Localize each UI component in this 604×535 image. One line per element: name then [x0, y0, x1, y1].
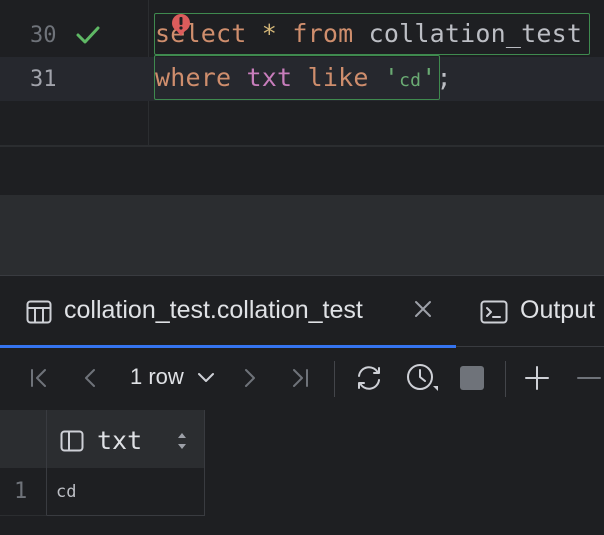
close-icon[interactable] — [413, 299, 433, 319]
keyword: from — [292, 19, 354, 48]
line-number: 31 — [30, 67, 57, 92]
results-panel: collation_test.collation_test Output 1 r… — [0, 275, 604, 535]
code-line: select * from collation_test — [155, 19, 582, 48]
row-number-label: 1 — [14, 479, 28, 504]
editor-empty-area — [0, 147, 604, 195]
last-page-icon[interactable] — [287, 365, 313, 391]
error-icon[interactable] — [171, 13, 191, 37]
toolbar-separator — [334, 361, 335, 397]
first-page-icon[interactable] — [26, 365, 52, 391]
semicolon: ; — [436, 63, 452, 92]
editor-line-30[interactable]: 30 select * from collation_test — [0, 13, 604, 57]
toolbar-separator — [505, 361, 506, 397]
editor-line-31[interactable]: 31 where txt like 'cd'; — [0, 57, 604, 101]
stop-icon[interactable] — [460, 366, 484, 390]
grid-corner[interactable] — [0, 410, 47, 468]
check-icon — [76, 26, 100, 44]
tab-output[interactable]: Output — [480, 276, 604, 346]
console-icon — [480, 300, 508, 324]
results-tabs: collation_test.collation_test Output — [0, 276, 604, 348]
quote: ' — [421, 63, 437, 92]
results-toolbar: 1 row — [0, 347, 604, 409]
panel-separator[interactable] — [0, 195, 604, 275]
string-value: cd — [399, 70, 422, 91]
delete-row-icon[interactable] — [576, 365, 602, 391]
history-icon[interactable] — [405, 363, 439, 393]
keyword: where — [155, 63, 232, 92]
refresh-icon[interactable] — [353, 364, 385, 392]
quote: ' — [383, 63, 400, 92]
chevron-down-icon[interactable] — [196, 371, 216, 385]
next-page-icon[interactable] — [237, 365, 263, 391]
table-cell[interactable]: cd — [47, 468, 205, 516]
sql-editor[interactable]: 30 select * from collation_test 31 where… — [0, 0, 604, 145]
operator: * — [261, 19, 278, 48]
column-icon — [60, 430, 84, 452]
string-literal: 'cd' — [384, 63, 437, 92]
line-number: 30 — [30, 23, 57, 48]
tab-label: Output — [520, 296, 596, 324]
row-number[interactable]: 1 — [0, 468, 47, 516]
code-line: where txt like 'cd'; — [155, 63, 452, 92]
keyword: select — [155, 19, 247, 48]
tab-label: collation_test.collation_test — [64, 296, 363, 324]
sort-icon[interactable] — [175, 430, 189, 452]
cell-value: cd — [56, 482, 77, 502]
previous-page-icon[interactable] — [77, 365, 103, 391]
table-icon — [26, 300, 52, 324]
table-identifier: collation_test — [368, 19, 583, 48]
keyword: like — [307, 63, 369, 92]
results-grid: txt 1 cd — [0, 410, 604, 535]
add-row-icon[interactable] — [524, 365, 550, 391]
column-header-txt[interactable]: txt — [47, 410, 205, 468]
column-label: txt — [97, 426, 143, 455]
column-identifier: txt — [246, 63, 293, 92]
tab-collation-test[interactable]: collation_test.collation_test — [0, 276, 456, 348]
row-count-selector[interactable]: 1 row — [130, 364, 184, 390]
